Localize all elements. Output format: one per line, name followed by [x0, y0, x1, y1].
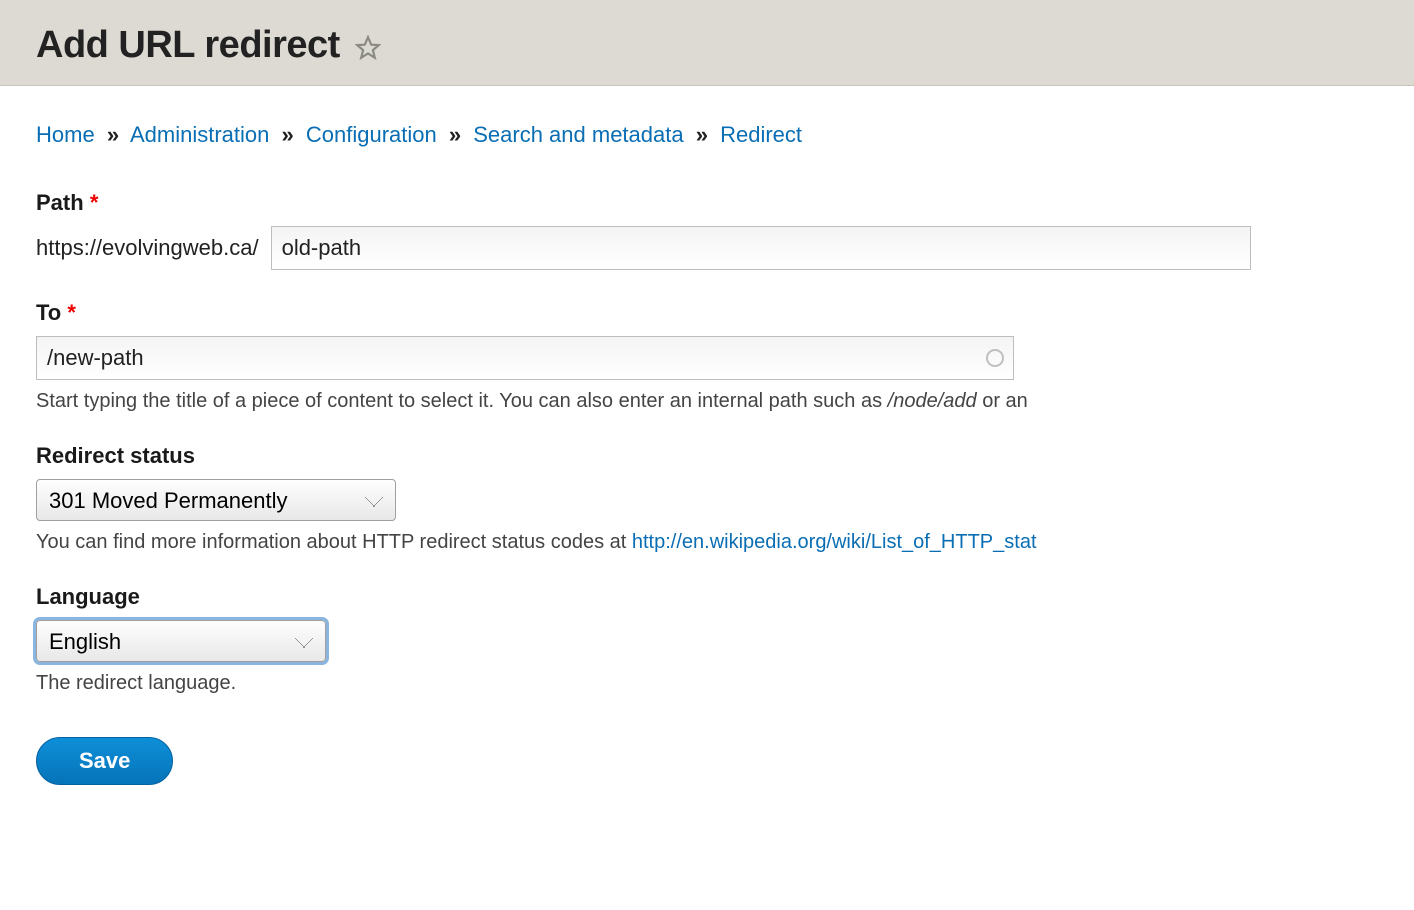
- breadcrumb-administration[interactable]: Administration: [130, 122, 269, 147]
- breadcrumb: Home » Administration » Configuration » …: [36, 122, 1378, 148]
- breadcrumb-sep: »: [449, 122, 461, 147]
- to-label-text: To: [36, 300, 61, 325]
- to-help-prefix: Start typing the title of a piece of con…: [36, 390, 888, 412]
- status-help-prefix: You can find more information about HTTP…: [36, 531, 632, 553]
- to-description: Start typing the title of a piece of con…: [36, 390, 1378, 413]
- breadcrumb-redirect[interactable]: Redirect: [720, 122, 802, 147]
- form-item-path: Path * https://evolvingweb.ca/: [36, 190, 1378, 270]
- language-description: The redirect language.: [36, 672, 1378, 695]
- breadcrumb-configuration[interactable]: Configuration: [306, 122, 437, 147]
- to-help-em: /node/add: [888, 390, 977, 412]
- save-button[interactable]: Save: [36, 737, 173, 785]
- breadcrumb-search-metadata[interactable]: Search and metadata: [473, 122, 683, 147]
- breadcrumb-sep: »: [107, 122, 119, 147]
- content-region: Home » Administration » Configuration » …: [0, 86, 1414, 821]
- redirect-status-select[interactable]: 301 Moved Permanently: [36, 479, 396, 521]
- path-label: Path *: [36, 190, 1378, 216]
- autocomplete-throbber-icon: [986, 349, 1004, 367]
- form-item-to: To * Start typing the title of a piece o…: [36, 300, 1378, 413]
- page-title: Add URL redirect: [36, 24, 340, 67]
- language-select[interactable]: English: [36, 620, 326, 662]
- path-label-text: Path: [36, 190, 84, 215]
- path-prefix: https://evolvingweb.ca/: [36, 235, 259, 261]
- required-mark: *: [67, 300, 76, 325]
- required-mark: *: [90, 190, 99, 215]
- breadcrumb-sep: »: [696, 122, 708, 147]
- to-input[interactable]: [36, 336, 1014, 380]
- to-help-suffix: or an: [977, 390, 1028, 412]
- status-label: Redirect status: [36, 443, 1378, 469]
- to-label: To *: [36, 300, 1378, 326]
- form-item-language: Language English The redirect language.: [36, 584, 1378, 695]
- path-input[interactable]: [271, 226, 1251, 270]
- breadcrumb-sep: »: [281, 122, 293, 147]
- page-header: Add URL redirect: [0, 0, 1414, 86]
- breadcrumb-home[interactable]: Home: [36, 122, 95, 147]
- status-help-link[interactable]: http://en.wikipedia.org/wiki/List_of_HTT…: [632, 531, 1037, 553]
- star-icon[interactable]: [354, 34, 382, 62]
- language-label: Language: [36, 584, 1378, 610]
- status-description: You can find more information about HTTP…: [36, 531, 1378, 554]
- form-item-status: Redirect status 301 Moved Permanently Yo…: [36, 443, 1378, 554]
